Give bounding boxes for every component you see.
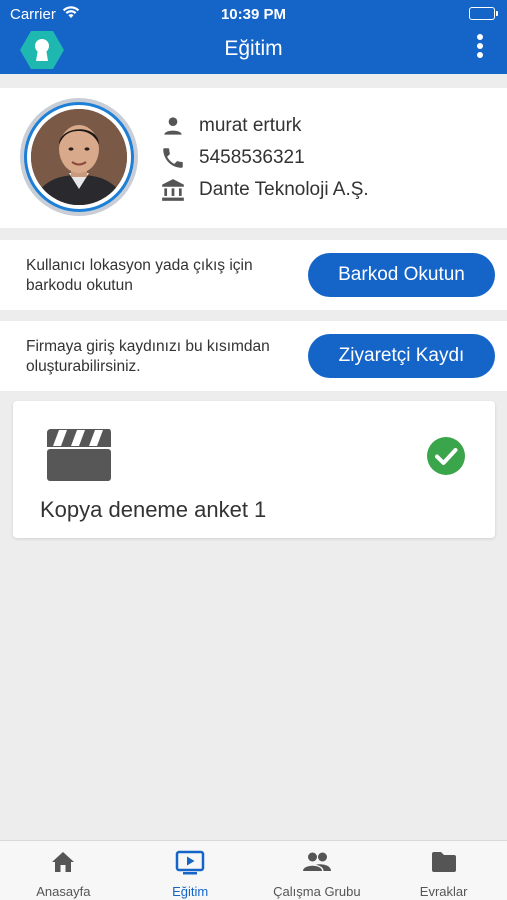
phone-icon xyxy=(160,145,186,171)
profile-phone: 5458536321 xyxy=(199,147,305,168)
profile-card: murat erturk 5458536321 Dante Teknoloji … xyxy=(0,88,507,228)
profile-phone-row: 5458536321 xyxy=(160,144,305,172)
person-icon xyxy=(160,113,186,139)
status-time: 10:39 PM xyxy=(220,6,287,23)
tab-evraklar[interactable]: Evraklar xyxy=(380,841,507,900)
visitor-section: Firmaya giriş kaydınızı bu kısımdan oluş… xyxy=(0,321,507,391)
visitor-registration-button[interactable]: Ziyaretçi Kaydı xyxy=(308,334,495,378)
home-icon xyxy=(50,850,76,879)
tab-label-egitim: Eğitim xyxy=(172,884,209,899)
page-title: Eğitim xyxy=(224,37,283,60)
more-vertical-icon[interactable] xyxy=(473,34,487,62)
barcode-description: Kullanıcı lokasyon yada çıkış için barko… xyxy=(26,257,253,294)
barcode-section: Kullanıcı lokasyon yada çıkış için barko… xyxy=(0,240,507,310)
group-icon xyxy=(302,850,332,879)
profile-company-row: Dante Teknoloji A.Ş. xyxy=(160,176,369,204)
video-clapperboard-icon xyxy=(45,427,113,488)
status-bar: Carrier 10:39 PM xyxy=(0,0,507,28)
avatar xyxy=(20,98,138,216)
profile-photo xyxy=(31,109,127,205)
profile-name-row: murat erturk xyxy=(160,112,301,140)
tab-anasayfa[interactable]: Anasayfa xyxy=(0,841,127,900)
check-circle-icon xyxy=(427,437,465,475)
tv-play-icon xyxy=(175,850,205,881)
tab-calisma-grubu[interactable]: Çalışma Grubu xyxy=(254,841,381,900)
scan-barcode-button[interactable]: Barkod Okutun xyxy=(308,253,495,297)
tab-label-calisma-grubu: Çalışma Grubu xyxy=(273,884,361,899)
bank-icon xyxy=(160,177,186,203)
battery-icon xyxy=(469,7,498,20)
training-title: Kopya deneme anket 1 xyxy=(40,497,267,522)
tab-egitim[interactable]: Eğitim xyxy=(127,841,254,900)
tab-label-evraklar: Evraklar xyxy=(419,884,468,899)
tab-label-anasayfa: Anasayfa xyxy=(36,884,91,899)
visitor-description: Firmaya giriş kaydınızı bu kısımdan oluş… xyxy=(26,338,270,375)
folder-icon xyxy=(430,850,458,879)
training-card[interactable]: Kopya deneme anket 1 xyxy=(13,401,495,538)
profile-name: murat erturk xyxy=(199,115,302,136)
app-bar: Eğitim xyxy=(0,28,507,74)
profile-company: Dante Teknoloji A.Ş. xyxy=(199,179,369,200)
bottom-tab-bar: Anasayfa Eğitim Çalışma Grubu Evraklar xyxy=(0,840,507,900)
